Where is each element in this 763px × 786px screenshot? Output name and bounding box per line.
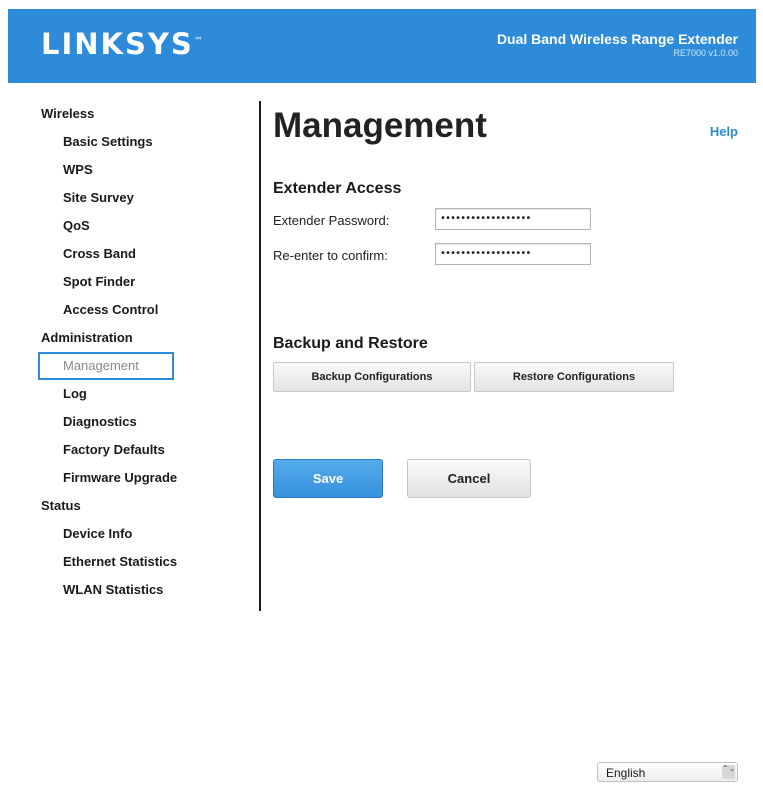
trademark-mark: ™ [193,36,203,47]
select-arrows-icon: ⌃⌄ [722,765,735,779]
language-select[interactable]: English ⌃⌄ [597,762,738,782]
sidebar-item-diagnostics[interactable]: Diagnostics [40,408,255,436]
extender-password-label: Extender Password: [273,213,390,228]
help-link[interactable]: Help [710,124,738,139]
save-button[interactable]: Save [273,459,383,498]
linksys-logo[interactable]: LINKSYS™ [41,27,203,61]
sidebar-item-ethernet-statistics[interactable]: Ethernet Statistics [40,548,255,576]
extender-access-heading: Extender Access [273,180,402,197]
sidebar-item-qos[interactable]: QoS [40,212,255,240]
language-selected-value: English [606,766,646,780]
sidebar-item-access-control[interactable]: Access Control [40,296,255,324]
backup-restore-heading: Backup and Restore [273,335,428,352]
sidebar-section-administration[interactable]: Administration [41,324,255,352]
confirm-password-label: Re-enter to confirm: [273,248,388,263]
sidebar-item-wlan-statistics[interactable]: WLAN Statistics [40,576,255,604]
sidebar-item-factory-defaults[interactable]: Factory Defaults [40,436,255,464]
sidebar-item-cross-band[interactable]: Cross Band [40,240,255,268]
cancel-button[interactable]: Cancel [407,459,531,498]
restore-configurations-button[interactable]: Restore Configurations [474,362,674,392]
sidebar-item-management[interactable]: Management [38,352,174,380]
main-content: Management Help Extender Access Extender… [273,0,743,786]
logo-text: LINKSYS [41,27,194,61]
sidebar-divider [259,101,261,611]
sidebar-section-status[interactable]: Status [41,492,255,520]
sidebar-item-device-info[interactable]: Device Info [40,520,255,548]
backup-configurations-button[interactable]: Backup Configurations [273,362,471,392]
sidebar-item-basic-settings[interactable]: Basic Settings [40,128,255,156]
sidebar-item-firmware-upgrade[interactable]: Firmware Upgrade [40,464,255,492]
sidebar-item-wps[interactable]: WPS [40,156,255,184]
sidebar-item-site-survey[interactable]: Site Survey [40,184,255,212]
sidebar-item-log[interactable]: Log [40,380,255,408]
confirm-password-input[interactable]: •••••••••••••••••• [435,243,591,265]
page-title: Management [273,106,487,145]
extender-password-input[interactable]: •••••••••••••••••• [435,208,591,230]
sidebar-nav: Wireless Basic Settings WPS Site Survey … [38,100,255,604]
sidebar-item-spot-finder[interactable]: Spot Finder [40,268,255,296]
sidebar-section-wireless[interactable]: Wireless [41,100,255,128]
